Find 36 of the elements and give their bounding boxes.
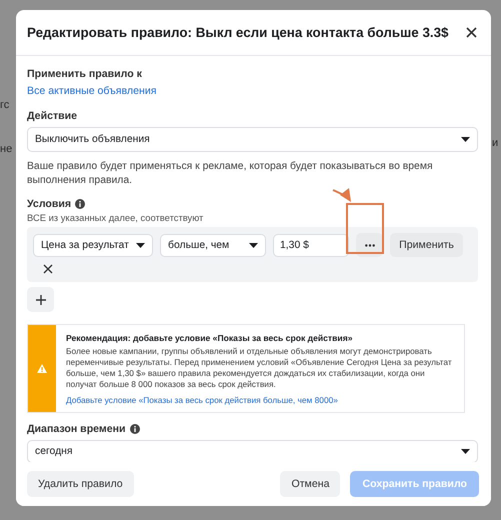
value-field[interactable]: 1,30 $ — [273, 234, 349, 256]
recommendation-text: Более новые кампании, группы объявлений и отдельные объявления могут демонстрировать переменчивые результаты. Перед применением условий «Объявление Сегодня Цена за результат больше, чем 1,30 $» вашего правила рекомендуется дождаться их стабилизации, когда они получат больше 8 000 показов за весь срок действия. — [66, 346, 453, 390]
cancel-button[interactable]: Отмена — [280, 471, 340, 497]
background-text: и — [492, 137, 498, 149]
apply-to-label: Применить правило к — [27, 68, 143, 80]
time-range-label: Диапазон времени — [27, 423, 126, 435]
info-icon — [130, 424, 140, 434]
close-icon — [43, 264, 53, 274]
apply-to-link[interactable]: Все активные объявления — [27, 85, 156, 97]
info-icon — [75, 199, 86, 209]
metric-select[interactable]: Цена за результат — [33, 234, 153, 256]
action-label: Действие — [27, 110, 78, 122]
action-select[interactable]: Выключить объявления — [27, 127, 478, 152]
conditions-label: Условия — [27, 198, 72, 210]
dialog-title: Редактировать правило: Выкл если цена контакта больше 3.3$ — [27, 25, 449, 40]
annotation-arrow — [332, 188, 351, 202]
plus-icon — [36, 294, 46, 304]
caret-icon — [249, 242, 258, 248]
add-condition-button[interactable] — [27, 287, 54, 312]
more-icon — [364, 244, 374, 246]
operator-select[interactable]: больше, чем — [160, 234, 266, 256]
caret-icon — [461, 137, 470, 142]
warning-icon — [37, 364, 47, 373]
highlight-rectangle — [346, 203, 384, 254]
apply-button[interactable]: Применить — [390, 233, 463, 257]
recommendation-title: Рекомендация: добавьте условие «Показы за весь срок действия» — [66, 333, 354, 343]
background-text: гс — [0, 99, 10, 111]
delete-rule-button[interactable]: Удалить правило — [27, 471, 134, 497]
recommendation-link[interactable]: Добавьте условие «Показы за весь срок действия больше, чем 8000» — [66, 395, 456, 405]
caret-icon — [136, 242, 145, 248]
background-text: не — [0, 143, 12, 155]
conditions-subtitle: ВСЕ из указанных далее, соответствуют — [27, 212, 204, 223]
action-note: Ваше правило будет применяться к рекламе, которая будет показываться во время выполнения правила. — [27, 160, 434, 188]
time-range-select[interactable]: сегодня — [27, 440, 478, 462]
caret-icon — [461, 449, 470, 454]
close-icon — [466, 27, 476, 38]
